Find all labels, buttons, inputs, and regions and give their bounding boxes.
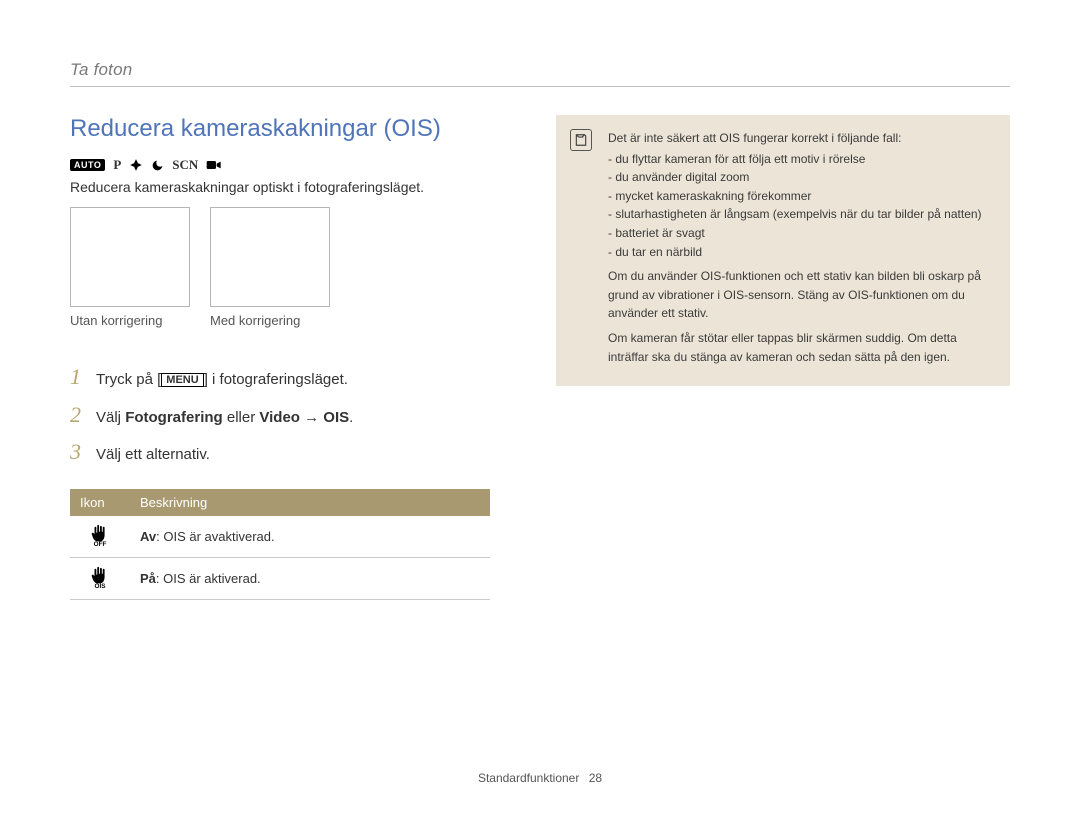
left-column: Reducera kameraskakningar (OIS) AUTO P S… — [70, 115, 520, 600]
step-number: 3 — [70, 439, 86, 465]
options-table: Ikon Beskrivning OFF Av: OIS är avaktive… — [70, 489, 490, 600]
steps-list: 1 Tryck på [MENU] i fotograferingsläget.… — [70, 364, 520, 467]
mode-night-icon — [151, 159, 164, 172]
note-item: batteriet är svagt — [620, 224, 992, 243]
intro-text: Reducera kameraskakningar optiskt i foto… — [70, 179, 520, 195]
mode-auto-icon: AUTO — [70, 159, 105, 171]
mode-video-icon — [206, 158, 222, 172]
note-lead: Det är inte säkert att OIS fungerar korr… — [608, 129, 992, 148]
step-text: Välj Fotografering eller Video → OIS. — [96, 407, 353, 430]
svg-text:OIS: OIS — [94, 583, 106, 588]
content-columns: Reducera kameraskakningar (OIS) AUTO P S… — [70, 115, 1010, 600]
step-number: 1 — [70, 364, 86, 390]
table-header-desc: Beskrivning — [130, 489, 490, 516]
step-1: 1 Tryck på [MENU] i fotograferingsläget. — [70, 364, 520, 392]
step-text: Välj ett alternativ. — [96, 444, 210, 467]
thumbnail-with — [210, 207, 330, 307]
table-row: OFF Av: OIS är avaktiverad. — [70, 516, 490, 558]
table-header-icon: Ikon — [70, 489, 130, 516]
note-item: du flyttar kameran för att följa ett mot… — [620, 150, 992, 169]
mode-flower-icon — [129, 158, 143, 172]
table-cell-desc: Av: OIS är avaktiverad. — [130, 516, 490, 558]
ois-on-icon: OIS — [89, 566, 111, 591]
step-text: Tryck på [MENU] i fotograferingsläget. — [96, 369, 348, 392]
right-column: Det är inte säkert att OIS fungerar korr… — [556, 115, 1010, 600]
table-row: OIS På: OIS är aktiverad. — [70, 557, 490, 599]
note-box: Det är inte säkert att OIS fungerar korr… — [556, 115, 1010, 386]
step-2: 2 Välj Fotografering eller Video → OIS. — [70, 402, 520, 430]
menu-button-label: MENU — [161, 373, 203, 387]
note-item: mycket kameraskakning förekommer — [620, 187, 992, 206]
note-icon — [570, 129, 592, 151]
page-title: Reducera kameraskakningar (OIS) — [70, 115, 520, 143]
footer-section: Standardfunktioner — [478, 771, 579, 785]
step-number: 2 — [70, 402, 86, 428]
thumbnail-row — [70, 207, 520, 307]
divider — [70, 86, 1010, 87]
mode-p-icon: P — [113, 157, 121, 173]
thumbnail-label-without: Utan korrigering — [70, 313, 190, 328]
note-item: slutarhastigheten är långsam (exempelvis… — [620, 205, 992, 224]
note-item: du tar en närbild — [620, 243, 992, 262]
page-footer: Standardfunktioner 28 — [0, 771, 1080, 785]
thumbnail-label-with: Med korrigering — [210, 313, 330, 328]
note-paragraph: Om kameran får stötar eller tappas blir … — [608, 329, 992, 366]
ois-off-icon: OFF — [89, 524, 111, 549]
chapter-title: Ta foton — [70, 60, 1010, 80]
note-icon-wrap — [570, 129, 596, 372]
thumbnail-without — [70, 207, 190, 307]
mode-scn-icon: SCN — [172, 157, 198, 173]
page: Ta foton Reducera kameraskakningar (OIS)… — [0, 0, 1080, 815]
note-paragraph: Om du använder OIS-funktionen och ett st… — [608, 267, 992, 323]
mode-row: AUTO P SCN — [70, 157, 520, 173]
step-3: 3 Välj ett alternativ. — [70, 439, 520, 467]
note-item: du använder digital zoom — [620, 168, 992, 187]
footer-page-number: 28 — [589, 771, 602, 785]
thumbnail-labels: Utan korrigering Med korrigering — [70, 313, 520, 328]
note-list: du flyttar kameran för att följa ett mot… — [608, 150, 992, 262]
svg-text:OFF: OFF — [94, 541, 107, 546]
note-content: Det är inte säkert att OIS fungerar korr… — [608, 129, 992, 372]
table-cell-desc: På: OIS är aktiverad. — [130, 557, 490, 599]
